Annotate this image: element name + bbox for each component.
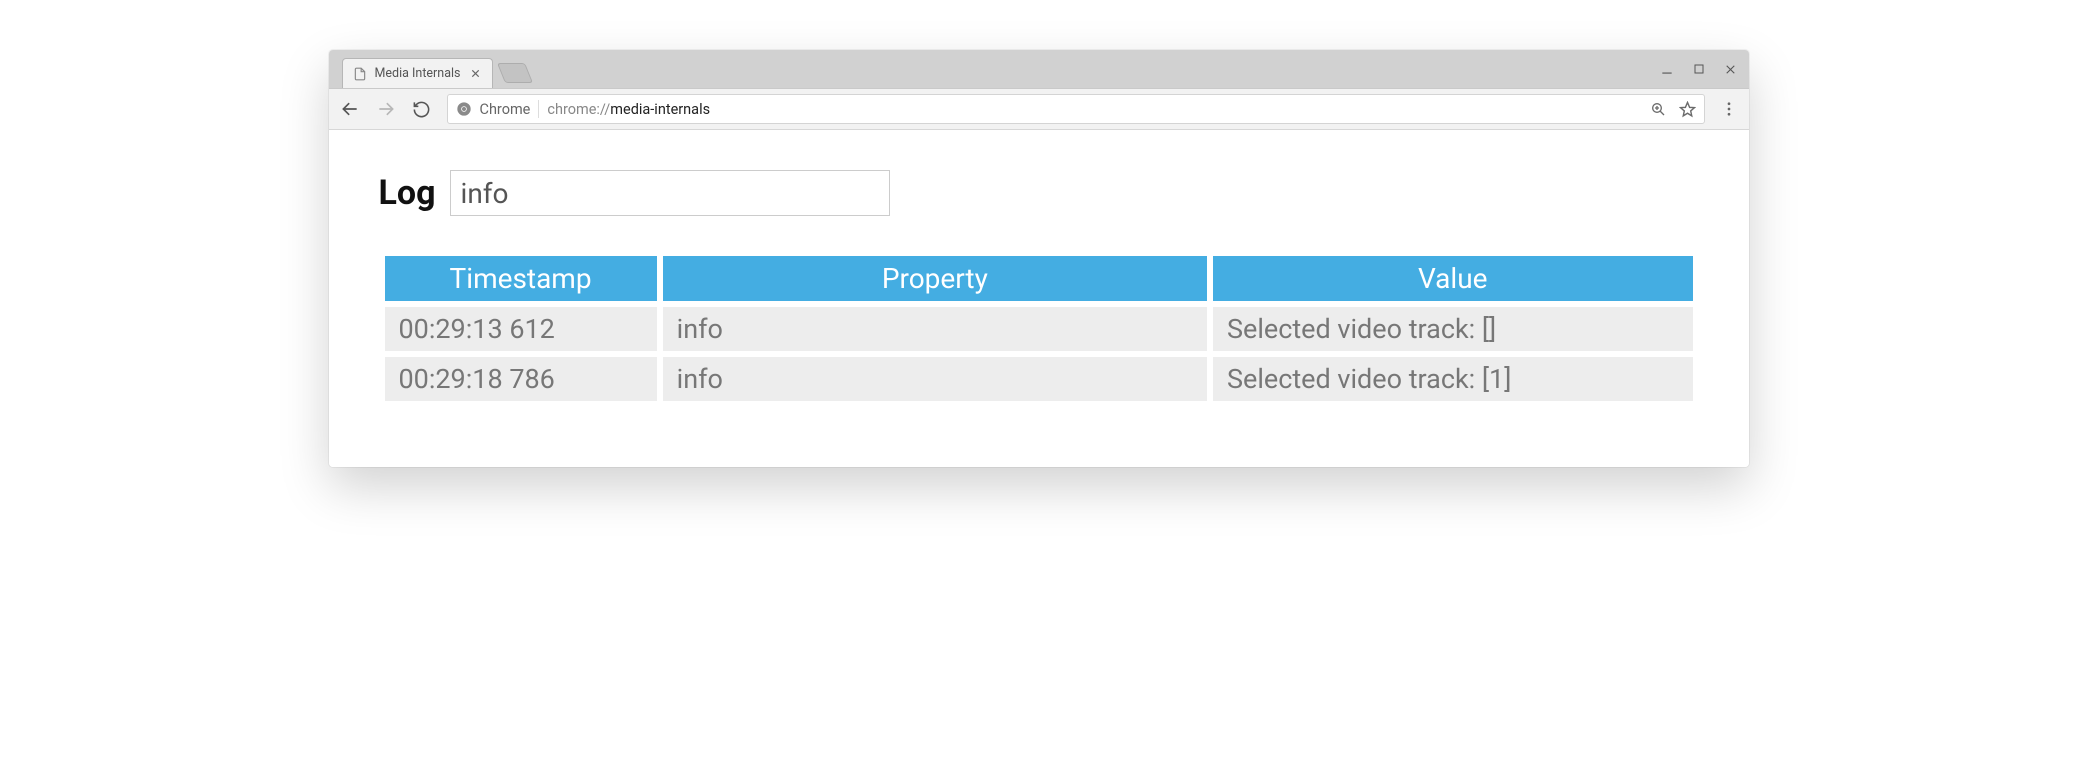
titlebar: Media Internals xyxy=(329,50,1749,88)
col-header-value[interactable]: Value xyxy=(1213,256,1693,301)
log-filter-input[interactable] xyxy=(450,170,890,216)
cell-property: info xyxy=(663,307,1207,351)
forward-button[interactable] xyxy=(375,98,397,120)
tab-title: Media Internals xyxy=(375,66,461,81)
browser-toolbar: Chrome chrome://media-internals xyxy=(329,88,1749,130)
cell-timestamp: 00:29:13 612 xyxy=(385,307,657,351)
omnibox-url-main: media-internals xyxy=(610,101,710,118)
browser-tab[interactable]: Media Internals xyxy=(342,58,494,88)
close-window-button[interactable] xyxy=(1723,61,1739,77)
cell-timestamp: 00:29:18 786 xyxy=(385,357,657,401)
back-button[interactable] xyxy=(339,98,361,120)
log-header: Log xyxy=(379,170,1699,216)
omnibox-separator xyxy=(538,100,539,118)
table-row: 00:29:18 786 info Selected video track: … xyxy=(385,357,1693,401)
chrome-icon xyxy=(456,101,472,117)
log-heading: Log xyxy=(379,173,436,213)
zoom-icon[interactable] xyxy=(1650,101,1667,118)
tab-close-button[interactable] xyxy=(468,67,482,81)
address-bar[interactable]: Chrome chrome://media-internals xyxy=(447,94,1705,124)
table-header-row: Timestamp Property Value xyxy=(385,256,1693,301)
col-header-timestamp[interactable]: Timestamp xyxy=(385,256,657,301)
reload-button[interactable] xyxy=(411,98,433,120)
bookmark-star-icon[interactable] xyxy=(1679,101,1696,118)
omnibox-url-prefix: chrome:// xyxy=(547,101,610,118)
file-icon xyxy=(353,67,367,81)
omnibox-url: chrome://media-internals xyxy=(547,101,710,118)
cell-property: info xyxy=(663,357,1207,401)
cell-value: Selected video track: [] xyxy=(1213,307,1693,351)
browser-window: Media Internals xyxy=(329,50,1749,467)
new-tab-button[interactable] xyxy=(497,63,533,83)
window-controls xyxy=(1659,50,1739,88)
table-row: 00:29:13 612 info Selected video track: … xyxy=(385,307,1693,351)
col-header-property[interactable]: Property xyxy=(663,256,1207,301)
maximize-button[interactable] xyxy=(1691,61,1707,77)
page-content: Log Timestamp Property Value 00:29:13 61… xyxy=(329,130,1749,467)
omnibox-scheme: Chrome xyxy=(480,101,531,118)
log-table: Timestamp Property Value 00:29:13 612 in… xyxy=(379,250,1699,407)
browser-menu-button[interactable] xyxy=(1719,99,1739,119)
cell-value: Selected video track: [1] xyxy=(1213,357,1693,401)
minimize-button[interactable] xyxy=(1659,61,1675,77)
